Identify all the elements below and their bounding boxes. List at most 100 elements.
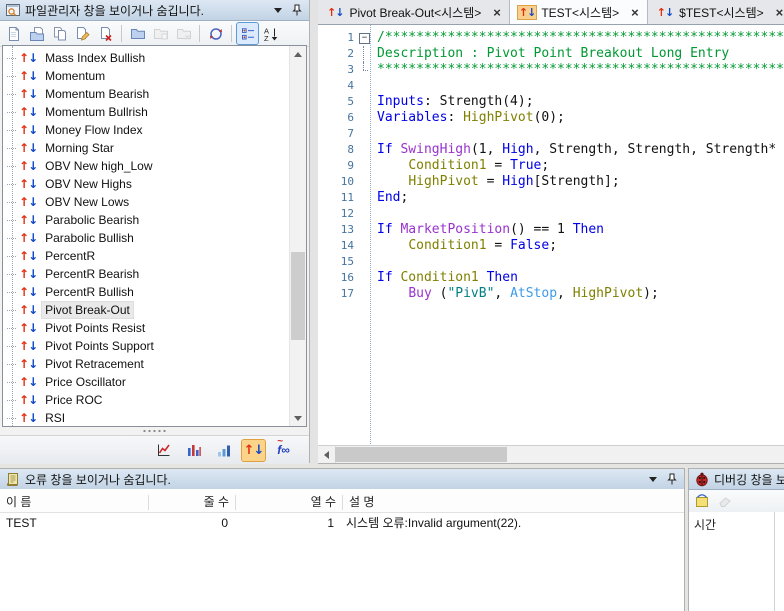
open-file-button[interactable] <box>26 23 47 44</box>
tree-connector <box>7 418 16 419</box>
tree-item[interactable]: ↑↓Price Oscillator <box>3 373 289 391</box>
fold-margin <box>356 222 372 238</box>
tree-item[interactable]: ↑↓PercentR Bearish <box>3 265 289 283</box>
scroll-up-button[interactable] <box>290 46 306 62</box>
code-line: 10 HighPivot = High[Strength]; <box>318 174 784 190</box>
indicator-category-button[interactable] <box>182 440 205 461</box>
tree-item[interactable]: ↑↓Pivot Break-Out <box>3 301 289 319</box>
tree-item-label: Momentum Bearish <box>42 86 152 102</box>
editor-hscrollbar[interactable] <box>318 445 784 463</box>
tab-close-icon[interactable]: × <box>493 6 501 19</box>
tree-item-label: PercentR <box>42 248 98 264</box>
code-line: 8If SwingHigh(1, High, Strength, Strengt… <box>318 142 784 158</box>
tab-close-icon[interactable]: × <box>776 6 784 19</box>
tree-item-label: PercentR Bearish <box>42 266 142 282</box>
tree-item[interactable]: ↑↓Money Flow Index <box>3 121 289 139</box>
scroll-down-button[interactable] <box>290 410 306 426</box>
tree-item-label: OBV New high_Low <box>42 158 155 174</box>
pin-icon[interactable] <box>665 472 679 486</box>
tab-close-icon[interactable]: × <box>631 6 639 19</box>
code-line: 13If MarketPosition() == 1 Then <box>318 222 784 238</box>
sort-az-button[interactable]: AZ <box>260 23 281 44</box>
tree-connector <box>7 220 16 221</box>
tree-item[interactable]: ↑↓Parabolic Bearish <box>3 211 289 229</box>
tree-item[interactable]: ↑↓RSI <box>3 409 289 426</box>
editor-tab[interactable]: ↑↓Pivot Break-Out<시스템>× <box>318 0 510 24</box>
pin-icon[interactable] <box>290 3 304 17</box>
delete-file-button[interactable] <box>95 23 116 44</box>
bug-icon <box>694 471 710 487</box>
hscroll-thumb[interactable] <box>335 447 507 462</box>
error-panel-titlebar: 오류 창을 보이거나 숨깁니다. <box>0 469 684 490</box>
code-text: Condition1 = False; <box>372 238 557 254</box>
save-note-button[interactable] <box>692 492 711 511</box>
tree-item[interactable]: ↑↓Mass Index Bullish <box>3 49 289 67</box>
error-cell: TEST <box>0 516 148 530</box>
tree-splitter-grip[interactable] <box>0 427 309 435</box>
tree-item[interactable]: ↑↓Momentum <box>3 67 289 85</box>
tree-item[interactable]: ↑↓PercentR <box>3 247 289 265</box>
tree-item[interactable]: ↑↓Pivot Points Resist <box>3 319 289 337</box>
hscroll-left-button[interactable] <box>318 446 336 463</box>
chart-category-button[interactable] <box>152 440 175 461</box>
toolbar-separator <box>199 25 200 42</box>
fold-toggle-icon[interactable]: − <box>356 30 372 46</box>
tree-item[interactable]: ↑↓Pivot Points Support <box>3 337 289 355</box>
editor-tab[interactable]: ↑↓$TEST<시스템>× <box>648 0 784 24</box>
updown-arrows-icon: ↑↓ <box>19 340 37 352</box>
system-category-button[interactable]: ↑↓ <box>242 440 265 461</box>
error-column-header[interactable]: 이 름 <box>0 495 149 510</box>
tree-item[interactable]: ↑↓OBV New Highs <box>3 175 289 193</box>
tree-item[interactable]: ↑↓Pivot Retracement <box>3 355 289 373</box>
tree-connector <box>7 382 16 383</box>
tree-item-label: Momentum <box>42 68 108 84</box>
code-text <box>372 206 377 222</box>
code-line: 5Inputs: Strength(4); <box>318 94 784 110</box>
copy-file-button[interactable] <box>49 23 70 44</box>
tree-item-label: Parabolic Bullish <box>42 230 137 246</box>
tree-item[interactable]: ↑↓ Momentum Bullrish <box>3 103 289 121</box>
signal-category-button[interactable] <box>212 440 235 461</box>
tree-item[interactable]: ↑↓Price ROC <box>3 391 289 409</box>
debug-panel: 디버깅 창을 보 시간 <box>688 468 784 611</box>
tree-item-label: Momentum Bullrish <box>42 104 151 120</box>
updown-arrows-icon: ↑↓ <box>19 106 37 118</box>
fold-margin <box>356 174 372 190</box>
error-row[interactable]: TEST01시스템 오류:Invalid argument(22). <box>0 513 684 532</box>
tree-item-label: Price Oscillator <box>42 374 129 390</box>
error-column-header[interactable]: 줄 수 <box>149 495 236 510</box>
tree-item[interactable]: ↑↓Parabolic Bullish <box>3 229 289 247</box>
error-panel-title: 오류 창을 보이거나 숨깁니다. <box>25 471 171 488</box>
debug-log-area: 시간 <box>689 512 784 611</box>
function-category-button[interactable]: f∞~ <box>272 440 295 461</box>
error-column-header[interactable]: 설 명 <box>343 495 684 510</box>
open-file-icon <box>29 26 45 42</box>
line-number: 15 <box>318 254 356 270</box>
new-file-button[interactable] <box>3 23 24 44</box>
panel-menu-dropdown-icon[interactable] <box>649 477 657 482</box>
debug-time-column-header: 시간 <box>689 512 775 611</box>
tree-item[interactable]: ↑↓Morning Star <box>3 139 289 157</box>
code-text: End; <box>372 190 408 206</box>
updown-arrows-icon: ↑↓ <box>19 178 37 190</box>
tree-item[interactable]: ↑↓OBV New Lows <box>3 193 289 211</box>
code-editor[interactable]: 1−/*************************************… <box>318 25 784 446</box>
list-view-button[interactable] <box>237 23 258 44</box>
tree-scrollbar-thumb[interactable] <box>291 252 305 340</box>
tree-item[interactable]: ↑↓Momentum Bearish <box>3 85 289 103</box>
tree-item[interactable]: ↑↓PercentR Bullish <box>3 283 289 301</box>
error-column-header[interactable]: 열 수 <box>236 495 343 510</box>
line-number: 7 <box>318 126 356 142</box>
tree-connector <box>7 166 16 167</box>
tree-scrollbar[interactable] <box>289 46 306 426</box>
error-table-body: TEST01시스템 오류:Invalid argument(22). <box>0 513 684 532</box>
updown-arrows-icon: ↑↓ <box>19 304 37 316</box>
updown-arrows-icon: ↑↓ <box>19 286 37 298</box>
delete-file-icon <box>98 26 114 42</box>
tree-item[interactable]: ↑↓OBV New high_Low <box>3 157 289 175</box>
edit-file-button[interactable] <box>72 23 93 44</box>
new-folder-button[interactable] <box>127 23 148 44</box>
editor-tab[interactable]: ↑↓TEST<시스템>× <box>510 0 648 24</box>
panel-menu-dropdown-icon[interactable] <box>274 8 282 13</box>
refresh-button[interactable] <box>205 23 226 44</box>
